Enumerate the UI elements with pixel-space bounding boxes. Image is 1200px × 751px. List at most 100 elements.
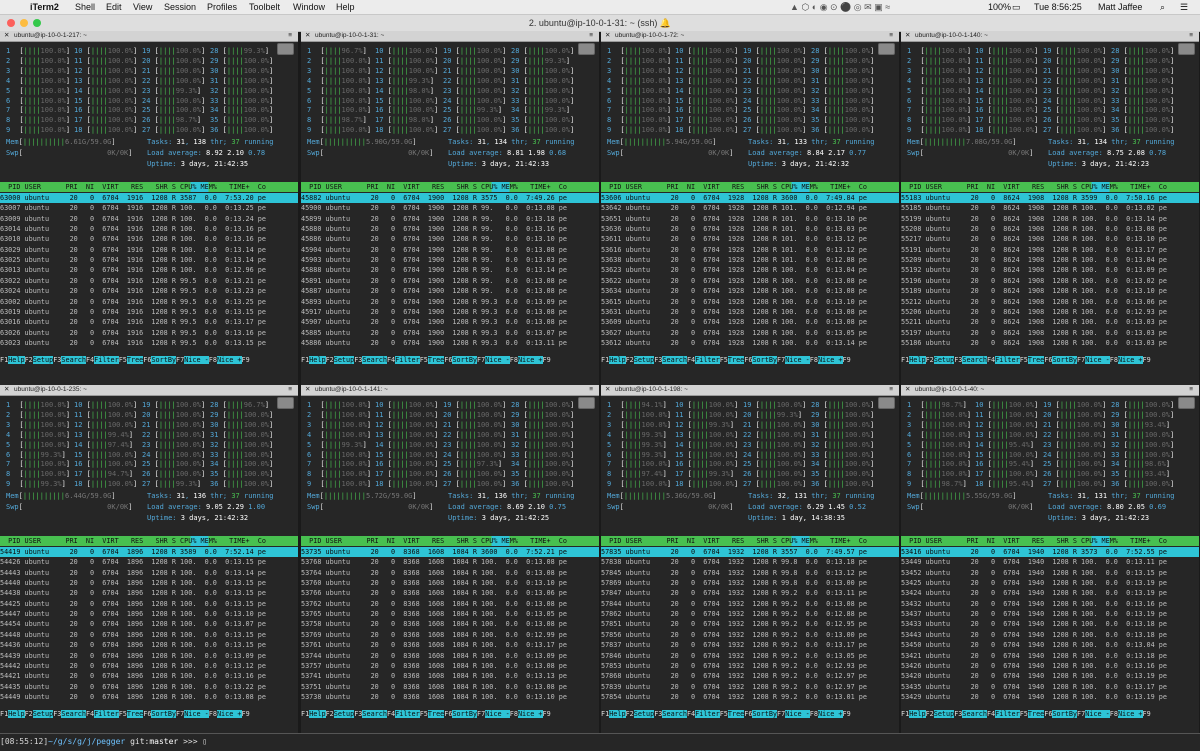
function-key[interactable]: F3Search <box>53 710 86 719</box>
process-row[interactable]: 57869 ubuntu 20 0 6704 1932 1208 R 99.8 … <box>601 578 899 588</box>
function-key[interactable]: F5Tree <box>720 356 745 365</box>
process-row[interactable]: 54438 ubuntu 20 0 6704 1896 1208 R 100. … <box>0 588 298 598</box>
function-key[interactable]: F6SortBy <box>143 356 177 365</box>
process-row[interactable]: 53424 ubuntu 20 0 6704 1940 1208 R 100. … <box>901 588 1199 598</box>
process-row[interactable]: 63024 ubuntu 20 0 6704 1916 1208 R 99.5 … <box>0 286 298 296</box>
function-key[interactable]: F4Filter <box>86 710 119 719</box>
pane-menu-icon[interactable]: ≡ <box>889 31 893 41</box>
function-key[interactable]: F7Nice - <box>777 356 810 365</box>
process-row[interactable]: 53735 ubuntu 20 0 8368 1608 1084 R 3600 … <box>301 547 599 558</box>
process-row[interactable]: 55197 ubuntu 20 0 8624 1908 1208 R 100. … <box>901 328 1199 338</box>
function-key[interactable]: F5Tree <box>720 710 745 719</box>
process-row[interactable]: 55189 ubuntu 20 0 8624 1908 1208 R 100. … <box>901 286 1199 296</box>
process-row[interactable]: 45886 ubuntu 20 0 6704 1900 1208 R 99.3 … <box>301 338 599 348</box>
function-key[interactable]: F8Nice + <box>810 356 843 365</box>
pane-menu-icon[interactable]: ≡ <box>288 31 292 41</box>
process-row[interactable]: 57868 ubuntu 20 0 6704 1932 1208 R 99.2 … <box>601 671 899 681</box>
function-key[interactable]: F2Setup <box>326 710 355 719</box>
process-row[interactable]: 55208 ubuntu 20 0 8624 1908 1208 R 100. … <box>901 224 1199 234</box>
process-row[interactable]: 55196 ubuntu 20 0 8624 1908 1208 R 100. … <box>901 276 1199 286</box>
process-row[interactable]: 54442 ubuntu 20 0 6704 1896 1208 R 100. … <box>0 661 298 671</box>
function-key[interactable]: F5Tree <box>1020 356 1045 365</box>
process-row[interactable]: 53651 ubuntu 20 0 6704 1928 1208 R 101. … <box>601 214 899 224</box>
process-row[interactable]: 53636 ubuntu 20 0 6704 1928 1208 R 101. … <box>601 224 899 234</box>
process-table-header[interactable]: PID USER PRI NI VIRT RES SHR S CPU% MEM%… <box>0 182 298 192</box>
process-table-header[interactable]: PID USER PRI NI VIRT RES SHR S CPU% MEM%… <box>601 536 899 546</box>
close-pane-icon[interactable]: ✕ <box>905 31 910 41</box>
process-row[interactable]: 54449 ubuntu 20 0 6704 1896 1208 R 100. … <box>0 692 298 702</box>
terminal-pane[interactable]: ✕ ubuntu@ip-10-0-1-72: ~ ≡ 1 [||||100.0%] 2 … <box>601 31 899 396</box>
process-row[interactable]: 57846 ubuntu 20 0 6704 1932 1208 R 99.2 … <box>601 651 899 661</box>
process-row[interactable]: 63019 ubuntu 20 0 6704 1916 1208 R 99.5 … <box>0 307 298 317</box>
function-key[interactable]: F1Help <box>601 356 626 365</box>
function-key[interactable]: F7Nice - <box>777 710 810 719</box>
terminal-pane[interactable]: ✕ ubuntu@ip-10-0-1-31: ~ ≡ 1 [||||96.7%] 2 [… <box>301 31 599 396</box>
function-key[interactable]: F2Setup <box>25 356 54 365</box>
function-key[interactable]: F4Filter <box>687 356 720 365</box>
process-row[interactable]: 54419 ubuntu 20 0 6704 1896 1208 R 3589 … <box>0 547 298 558</box>
function-key[interactable]: F5Tree <box>119 710 144 719</box>
function-key[interactable]: F1Help <box>0 356 25 365</box>
process-row[interactable]: 54439 ubuntu 20 0 6704 1896 1208 R 100. … <box>0 651 298 661</box>
function-key[interactable]: F4Filter <box>987 710 1020 719</box>
process-table-header[interactable]: PID USER PRI NI VIRT RES SHR S CPU% MEM%… <box>301 182 599 192</box>
function-key[interactable]: F9 <box>1143 710 1151 719</box>
function-key[interactable]: F2Setup <box>326 356 355 365</box>
terminal-pane[interactable]: ✕ ubuntu@ip-10-0-1-198: ~ ≡ 1 [||||94.1%] 2 … <box>601 385 899 750</box>
process-table-header[interactable]: PID USER PRI NI VIRT RES SHR S CPU% MEM%… <box>601 182 899 192</box>
process-row[interactable]: 63025 ubuntu 20 0 6704 1916 1208 R 100. … <box>0 255 298 265</box>
process-row[interactable]: 63010 ubuntu 20 0 6704 1916 1208 R 100. … <box>0 234 298 244</box>
terminal-pane[interactable]: ✕ ubuntu@ip-10-0-1-141: ~ ≡ 1 [||||100.0%] 2… <box>301 385 599 750</box>
function-key[interactable]: F3Search <box>354 710 387 719</box>
function-key[interactable]: F8Nice + <box>810 710 843 719</box>
pane-menu-icon[interactable]: ≡ <box>1189 385 1193 395</box>
function-key[interactable]: F1Help <box>601 710 626 719</box>
close-pane-icon[interactable]: ✕ <box>305 31 310 41</box>
pane-menu-icon[interactable]: ≡ <box>889 385 893 395</box>
function-key[interactable]: F4Filter <box>687 710 720 719</box>
process-row[interactable]: 63009 ubuntu 20 0 6704 1916 1208 R 100. … <box>0 214 298 224</box>
function-key[interactable]: F6SortBy <box>1044 710 1078 719</box>
process-row[interactable]: 54426 ubuntu 20 0 6704 1896 1208 R 100. … <box>0 557 298 567</box>
status-icons[interactable]: ▲ ⬡ ◐ ◉ ⊙ ⚫ ◎ ✉ ▣ ≈ <box>790 2 890 13</box>
pane-menu-icon[interactable]: ≡ <box>589 385 593 395</box>
process-row[interactable]: 57838 ubuntu 20 0 6704 1932 1208 R 99.8 … <box>601 557 899 567</box>
process-row[interactable]: 53429 ubuntu 20 0 6704 1940 1208 R 100. … <box>901 692 1199 702</box>
pane-scroll-indicator[interactable] <box>1178 397 1195 409</box>
process-row[interactable]: 55192 ubuntu 20 0 8624 1908 1208 R 100. … <box>901 265 1199 275</box>
process-table-header[interactable]: PID USER PRI NI VIRT RES SHR S CPU% MEM%… <box>301 536 599 546</box>
process-row[interactable]: 54425 ubuntu 20 0 6704 1896 1208 R 100. … <box>0 599 298 609</box>
process-row[interactable]: 53627 ubuntu 20 0 6704 1928 1208 R 100. … <box>601 328 899 338</box>
process-row[interactable]: 53611 ubuntu 20 0 6704 1928 1208 R 101. … <box>601 234 899 244</box>
function-key[interactable]: F7Nice - <box>477 710 510 719</box>
process-row[interactable]: 57854 ubuntu 20 0 6704 1932 1208 R 99.2 … <box>601 692 899 702</box>
function-key[interactable]: F3Search <box>53 356 86 365</box>
process-row[interactable]: 45882 ubuntu 20 0 6704 1900 1208 R 3575 … <box>301 193 599 204</box>
close-pane-icon[interactable]: ✕ <box>4 31 9 41</box>
close-pane-icon[interactable]: ✕ <box>605 385 610 395</box>
process-row[interactable]: 45880 ubuntu 20 0 6704 1900 1208 R 99. 0… <box>301 224 599 234</box>
menu-help[interactable]: Help <box>336 2 355 12</box>
process-row[interactable]: 55206 ubuntu 20 0 8624 1908 1208 R 100. … <box>901 307 1199 317</box>
process-row[interactable]: 55217 ubuntu 20 0 8624 1908 1208 R 100. … <box>901 234 1199 244</box>
process-row[interactable]: 57837 ubuntu 20 0 6704 1932 1208 R 99.2 … <box>601 640 899 650</box>
process-row[interactable]: 54448 ubuntu 20 0 6704 1896 1208 R 100. … <box>0 630 298 640</box>
process-row[interactable]: 45888 ubuntu 20 0 6704 1900 1208 R 99. 0… <box>301 265 599 275</box>
function-key[interactable]: F8Nice + <box>510 356 543 365</box>
user-name[interactable]: Matt Jaffee <box>1098 2 1142 12</box>
shell-prompt[interactable]: [08:55:12]~/g/s/g/j/pegger git:master >>… <box>0 733 1200 751</box>
process-row[interactable]: 57839 ubuntu 20 0 6704 1932 1208 R 99.2 … <box>601 682 899 692</box>
pane-scroll-indicator[interactable] <box>1178 43 1195 55</box>
process-row[interactable]: 63023 ubuntu 20 0 6704 1916 1208 R 99.5 … <box>0 338 298 348</box>
process-row[interactable]: 55191 ubuntu 20 0 8624 1908 1208 R 100. … <box>901 245 1199 255</box>
process-row[interactable]: 45903 ubuntu 20 0 6704 1900 1208 R 99. 0… <box>301 255 599 265</box>
process-row[interactable]: 53416 ubuntu 20 0 6704 1940 1208 R 3573 … <box>901 547 1199 558</box>
process-row[interactable]: 57853 ubuntu 20 0 6704 1932 1208 R 99.2 … <box>601 661 899 671</box>
function-key[interactable]: F8Nice + <box>209 356 242 365</box>
process-row[interactable]: 54435 ubuntu 20 0 6704 1896 1208 R 100. … <box>0 682 298 692</box>
process-row[interactable]: 53764 ubuntu 20 0 8368 1608 1084 R 100. … <box>301 568 599 578</box>
close-pane-icon[interactable]: ✕ <box>305 385 310 395</box>
process-row[interactable]: 63029 ubuntu 20 0 6704 1916 1208 R 100. … <box>0 245 298 255</box>
function-key[interactable]: F7Nice - <box>1077 356 1110 365</box>
process-row[interactable]: 45900 ubuntu 20 0 6704 1900 1208 R 99. 0… <box>301 203 599 213</box>
